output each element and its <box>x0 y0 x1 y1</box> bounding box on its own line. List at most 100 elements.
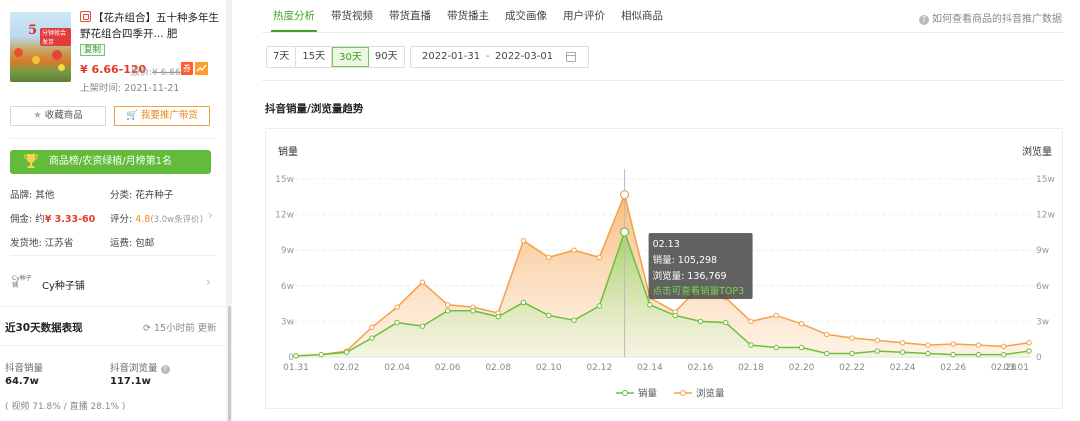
shop-name[interactable]: Cy种子铺 <box>42 277 85 292</box>
sales-series-point[interactable] <box>419 323 426 329</box>
sales-series-point[interactable] <box>394 319 400 326</box>
sales-series-point[interactable] <box>925 350 931 357</box>
sales-series-point[interactable] <box>571 317 577 323</box>
views-series-point[interactable] <box>571 247 577 253</box>
y-tick-label-left: 3w <box>281 317 294 327</box>
original-price-value: ¥ 6.66 <box>152 68 181 78</box>
copy-button[interactable]: 复制 <box>80 44 106 56</box>
sales-series-point[interactable] <box>899 349 906 355</box>
y-tick-label-left: 6w <box>281 282 294 292</box>
sales-series-point[interactable] <box>369 335 375 341</box>
views-series-point[interactable] <box>1001 343 1007 350</box>
sales-series-point[interactable] <box>444 308 451 314</box>
sales-series-point[interactable] <box>343 349 350 355</box>
coupon-icon[interactable]: 券 <box>181 62 193 75</box>
sales-series-point[interactable] <box>697 318 704 325</box>
range-90d[interactable]: 90天 <box>368 47 404 67</box>
tab-live[interactable]: 带货直播 <box>381 0 439 32</box>
y-axis-right-title: 浏览量 <box>1022 145 1052 158</box>
trend-chart-svg[interactable]: 销量 浏览量0 03w 3w6w 6w9w 9w12w 12w15w 15w01.31 02.0… <box>266 129 1064 410</box>
tooltip-top3-link[interactable]: 点击可查看销量TOP3 <box>653 285 745 297</box>
help-icon[interactable]: ? <box>160 365 170 374</box>
rating-row[interactable]: 评分: 4.8(3.0w条评价) <box>110 211 203 225</box>
range-7d[interactable]: 7天 <box>267 47 297 67</box>
y-axis-left-title: 销量 <box>278 145 298 158</box>
views-series-point[interactable] <box>444 302 451 308</box>
sales-series-point[interactable] <box>874 348 881 354</box>
views-series-point[interactable] <box>824 331 830 338</box>
views-series-point[interactable] <box>546 254 552 261</box>
calendar-icon[interactable] <box>566 52 576 62</box>
shop-logo[interactable]: Cy种子铺 <box>12 275 32 289</box>
sales-series-point[interactable] <box>824 350 830 357</box>
legend-sales-marker[interactable] <box>622 390 628 396</box>
x-tick-label: 02.18 <box>738 363 764 373</box>
divider <box>262 80 1064 81</box>
update-time[interactable]: ⟳ 15小时前 更新 <box>143 320 217 334</box>
views-series-point[interactable] <box>849 335 855 341</box>
views-series-point[interactable] <box>975 342 982 348</box>
sales-highlight-point[interactable] <box>619 227 630 237</box>
sales-series-point[interactable] <box>798 344 805 351</box>
chevron-right-icon[interactable]: › <box>206 275 211 289</box>
chevron-right-icon[interactable]: › <box>208 208 213 222</box>
sales-series-point[interactable] <box>722 319 729 326</box>
sales-series-point[interactable] <box>672 312 678 319</box>
range-15d[interactable]: 15天 <box>296 47 333 67</box>
views-series-point[interactable] <box>773 312 779 319</box>
legend-views-marker[interactable] <box>680 390 686 396</box>
range-30d[interactable]: 30天 <box>332 47 369 67</box>
sales-series-point[interactable] <box>748 342 754 348</box>
sales-series-point[interactable] <box>470 308 476 314</box>
tab-videos[interactable]: 带货视频 <box>323 0 381 32</box>
sales-series-point[interactable] <box>520 299 527 306</box>
sales-series-point[interactable] <box>975 351 982 358</box>
views-series-point[interactable] <box>950 341 956 347</box>
trend-icon[interactable] <box>195 62 208 75</box>
tab-hosts[interactable]: 带货播主 <box>439 0 497 32</box>
help-link[interactable]: ? 如何查看商品的抖音推广数据 <box>919 10 1062 25</box>
views-series-point[interactable] <box>394 304 400 310</box>
views-series-point[interactable] <box>748 318 754 325</box>
fee-row: 运费: 包邮 <box>110 235 154 249</box>
trend-chart[interactable]: 销量 浏览量 0 0 3w 3w 6w 6w 9w 9w 12w 12w 15w 15w 01.31 02.0… <box>265 128 1063 409</box>
fee-value: 包邮 <box>135 238 155 249</box>
sales-series-point[interactable] <box>1026 348 1032 354</box>
rating-value: 4.8 <box>135 214 151 225</box>
views-highlight-point[interactable] <box>619 190 630 200</box>
views-series-point[interactable] <box>925 342 931 348</box>
product-title[interactable]: 【花卉组合】五十种多年生野花组合四季开... 肥 <box>80 10 220 42</box>
sales-series-point[interactable] <box>596 303 603 309</box>
sales-series-point[interactable] <box>318 351 324 358</box>
tab-reviews[interactable]: 用户评价 <box>555 0 613 32</box>
views-series-point[interactable] <box>1026 340 1032 346</box>
tab-heat-analysis[interactable]: 热度分析 <box>265 0 323 32</box>
commission-label: 佣金: <box>10 214 33 225</box>
tab-buyer-profile[interactable]: 成交画像 <box>497 0 555 32</box>
views-series-point[interactable] <box>798 321 805 327</box>
date-start[interactable]: 2022-01-31 <box>422 47 480 67</box>
rank-bar[interactable]: 商品榜/农资绿植/月榜第1名 <box>10 150 211 174</box>
sales-series-point[interactable] <box>773 344 779 351</box>
sales-series-point[interactable] <box>293 353 299 359</box>
views-series-point[interactable] <box>520 238 527 244</box>
views-series-point[interactable] <box>596 254 603 261</box>
sales-series-point[interactable] <box>849 350 855 357</box>
promote-button[interactable]: 🛒 我要推广带货 <box>114 106 210 126</box>
sales-series-point[interactable] <box>950 351 956 358</box>
favorite-button[interactable]: ★ 收藏商品 <box>10 106 106 126</box>
product-image[interactable]: 5 分钟就会发芽 <box>10 12 71 82</box>
sales-series-point[interactable] <box>546 312 552 319</box>
scrollbar-thumb[interactable] <box>228 306 231 421</box>
views-series-point[interactable] <box>874 337 881 344</box>
tab-similar[interactable]: 相似商品 <box>613 0 671 32</box>
views-series-point[interactable] <box>369 324 375 331</box>
date-range-picker[interactable]: 2022-01-31 - 2022-03-01 <box>410 46 589 68</box>
views-series-point[interactable] <box>899 340 906 346</box>
sales-series-point[interactable] <box>495 313 501 320</box>
views-series-point[interactable] <box>419 279 426 285</box>
sales-series-point[interactable] <box>647 302 653 308</box>
date-end[interactable]: 2022-03-01 <box>495 47 553 67</box>
fee-label: 运费: <box>110 238 133 249</box>
sales-series-point[interactable] <box>1001 351 1007 358</box>
